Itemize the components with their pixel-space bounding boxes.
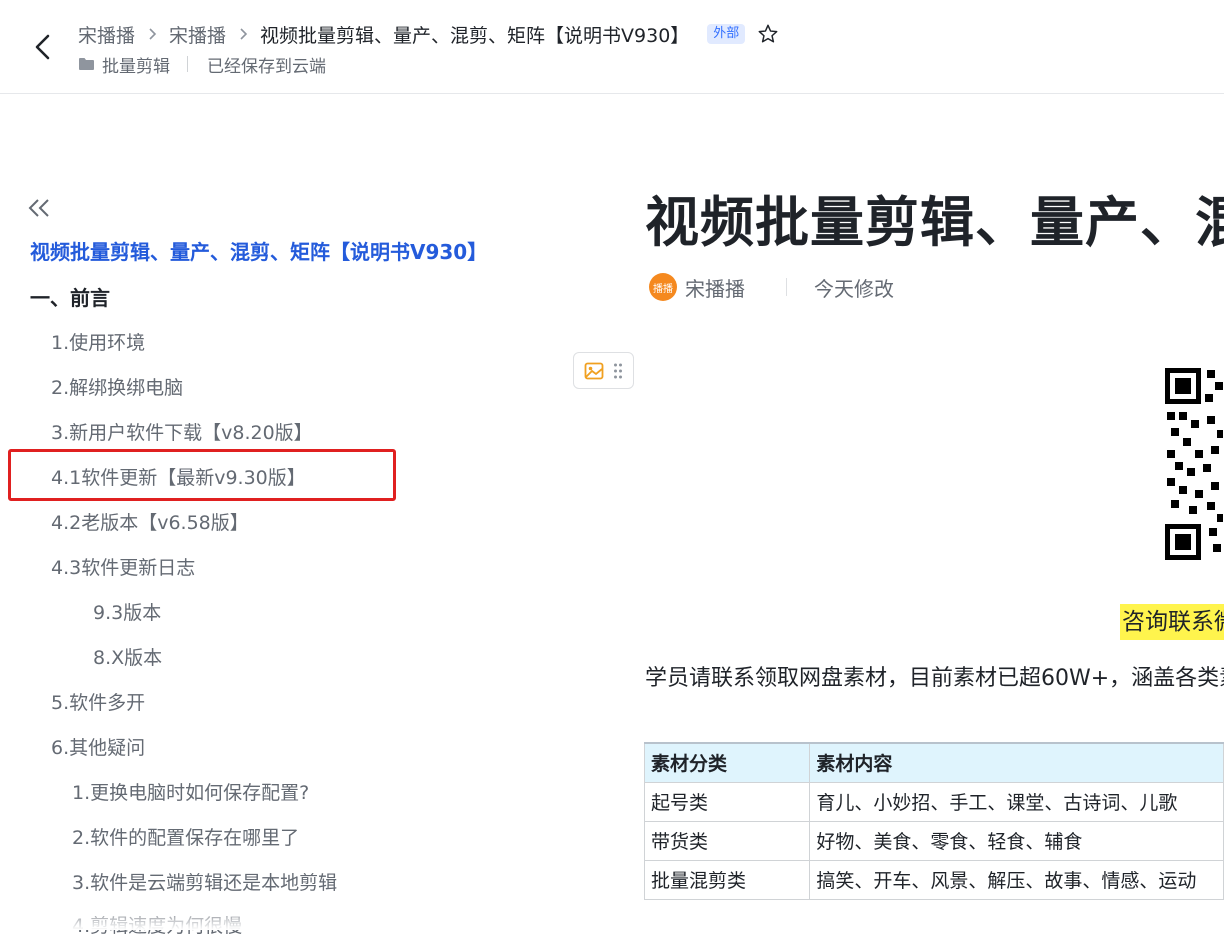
- outline-item[interactable]: 6.其他疑问: [51, 735, 145, 761]
- table-row: 起号类 育儿、小妙招、手工、课堂、古诗词、儿歌: [643, 781, 1224, 822]
- outline-item[interactable]: 3.软件是云端剪辑还是本地剪辑: [72, 870, 337, 896]
- save-status: 已经保存到云端: [207, 56, 326, 77]
- table-cell: 育儿、小妙招、手工、课堂、古诗词、儿歌: [809, 781, 1224, 822]
- collapse-outline-icon[interactable]: [27, 197, 53, 219]
- outline-item[interactable]: 4.剪辑速度为何很慢: [72, 913, 242, 939]
- top-header: 宋播播 宋播播 视频批量剪辑、量产、混剪、矩阵【说明书V930】 外部 批量剪辑…: [0, 0, 1224, 94]
- outline-item[interactable]: 2.解绑换绑电脑: [51, 375, 183, 401]
- outline-item[interactable]: 3.新用户软件下载【v8.20版】: [51, 420, 313, 446]
- table-cell: 带货类: [643, 820, 811, 861]
- outline-doc-title[interactable]: 视频批量剪辑、量产、混剪、矩阵【说明书V930】: [30, 239, 487, 265]
- outline-item[interactable]: 1.使用环境: [51, 330, 145, 356]
- table-cell: 起号类: [643, 781, 811, 822]
- outline-item[interactable]: 9.3版本: [93, 600, 161, 626]
- drag-dots-icon: [613, 363, 622, 378]
- breadcrumb-item-space[interactable]: 宋播播: [78, 21, 135, 48]
- table-header-cell: 素材分类: [643, 742, 811, 783]
- block-drag-handle[interactable]: [573, 352, 634, 389]
- qr-code-image[interactable]: [1165, 368, 1224, 560]
- author-row: 播播 宋播播 今天修改: [649, 272, 894, 302]
- outline-section-preface[interactable]: 一、前言: [30, 285, 110, 311]
- folder-name-link[interactable]: 批量剪辑: [102, 52, 170, 77]
- table-row: 批量混剪类 搞笑、开车、风景、解压、故事、情感、运动: [643, 859, 1224, 900]
- materials-table: 素材分类 素材内容 起号类 育儿、小妙招、手工、课堂、古诗词、儿歌 带货类 好物…: [643, 742, 1224, 900]
- outline-item[interactable]: 4.3软件更新日志: [51, 555, 195, 581]
- breadcrumb-item-owner[interactable]: 宋播播: [169, 21, 226, 48]
- outline-item-software-update[interactable]: 4.1软件更新【最新v9.30版】: [51, 465, 306, 491]
- table-header-cell: 素材内容: [809, 742, 1224, 783]
- folder-icon: [79, 58, 94, 70]
- outline-item[interactable]: 2.软件的配置保存在哪里了: [72, 825, 299, 851]
- breadcrumb-current-doc: 视频批量剪辑、量产、混剪、矩阵【说明书V930】: [260, 24, 690, 47]
- avatar[interactable]: 播播: [649, 273, 677, 301]
- breadcrumb: 宋播播 宋播播 视频批量剪辑、量产、混剪、矩阵【说明书V930】 外部: [78, 20, 779, 48]
- divider: [786, 278, 787, 296]
- outline-item[interactable]: 1.更换电脑时如何保存配置?: [72, 780, 309, 806]
- document-title[interactable]: 视频批量剪辑、量产、混剪、矩阵【说明书V930】: [645, 178, 1224, 257]
- outline-item[interactable]: 5.软件多开: [51, 690, 145, 716]
- outline-item[interactable]: 8.X版本: [93, 645, 162, 671]
- star-icon[interactable]: [757, 23, 779, 45]
- table-cell: 批量混剪类: [643, 859, 811, 900]
- author-name[interactable]: 宋播播: [685, 273, 745, 302]
- table-cell: 好物、美食、零食、轻食、辅食: [809, 820, 1224, 861]
- chevron-right-icon: [135, 27, 169, 41]
- table-row: 带货类 好物、美食、零食、轻食、辅食: [643, 820, 1224, 861]
- table-cell: 搞笑、开车、风景、解压、故事、情感、运动: [809, 859, 1224, 900]
- outline-item[interactable]: 4.2老版本【v6.58版】: [51, 510, 249, 536]
- materials-paragraph: 学员请联系领取网盘素材，目前素材已超60W+，涵盖各类素材: [645, 666, 1224, 691]
- divider: [187, 56, 188, 72]
- modified-time: 今天修改: [814, 276, 894, 301]
- chevron-right-icon: [226, 27, 260, 41]
- external-badge: 外部: [707, 24, 746, 44]
- doc-location-row: 批量剪辑 已经保存到云端: [78, 52, 326, 77]
- consult-highlight-text: 咨询联系微信: [1120, 604, 1224, 640]
- image-icon: [584, 362, 604, 379]
- table-header-row: 素材分类 素材内容: [643, 742, 1224, 783]
- back-arrow-icon[interactable]: [28, 30, 58, 64]
